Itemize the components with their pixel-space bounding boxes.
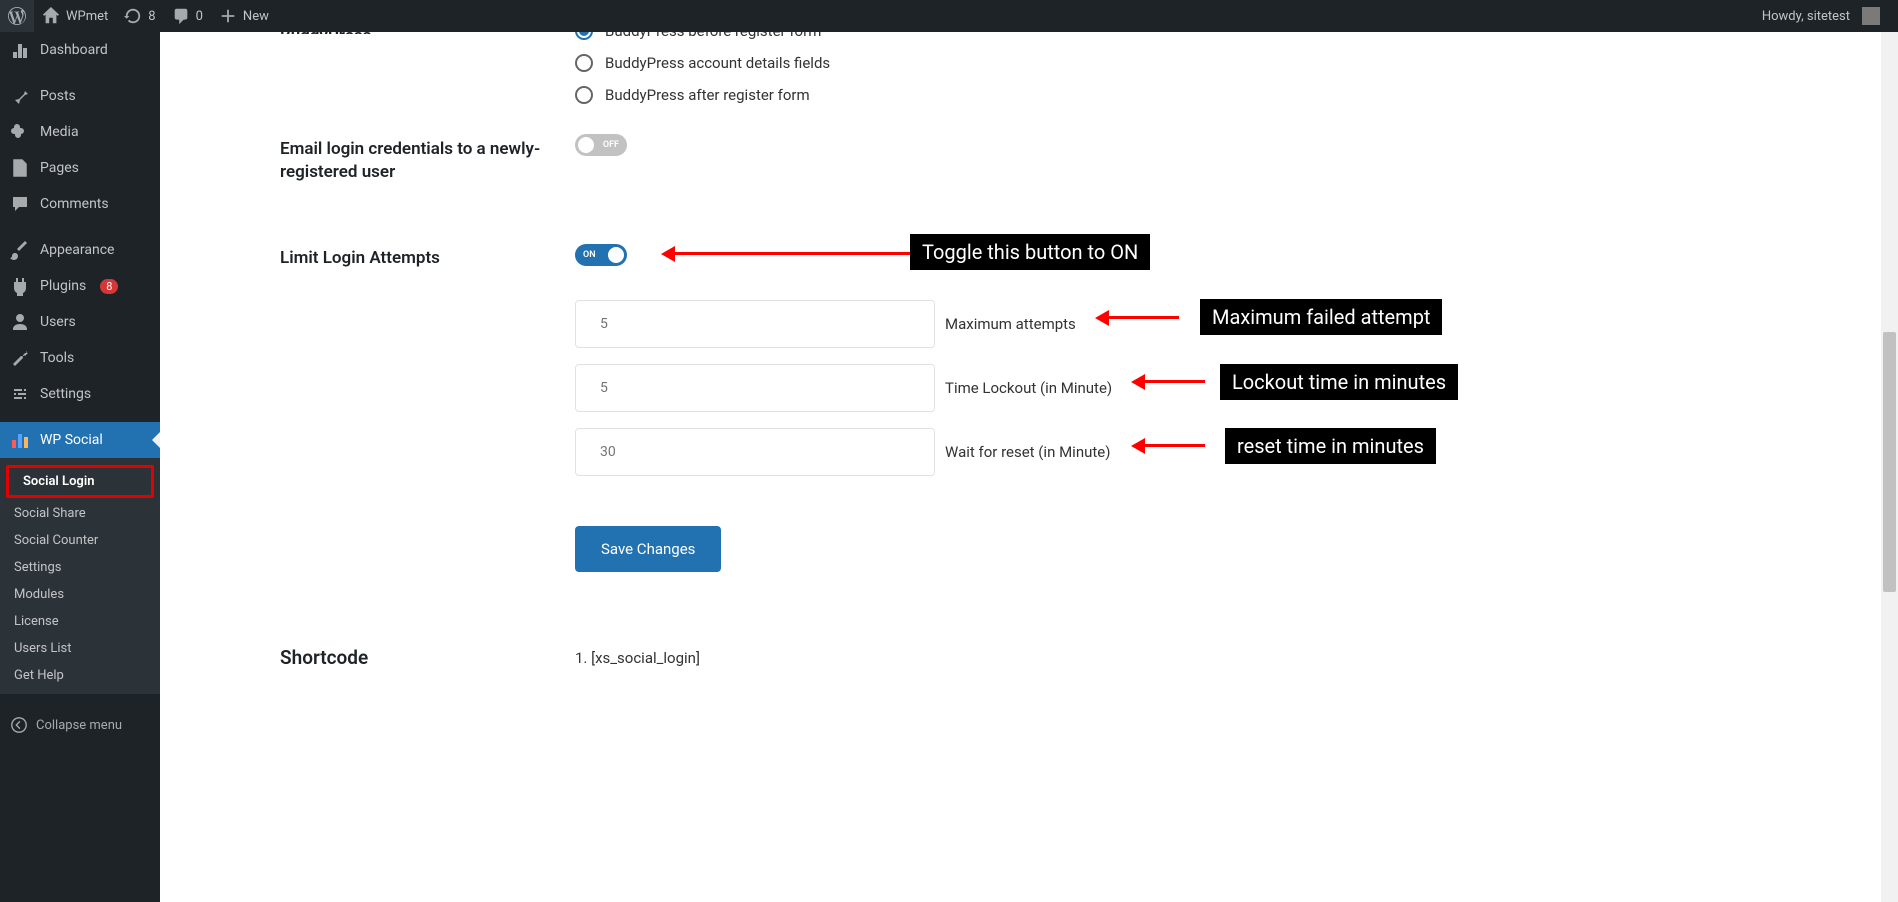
wp-logo[interactable]: [0, 0, 34, 32]
menu-pages[interactable]: Pages: [0, 150, 160, 186]
scrollbar-thumb[interactable]: [1883, 332, 1896, 592]
plus-icon: [219, 7, 237, 25]
comments-bubble[interactable]: 0: [164, 0, 211, 32]
wpsocial-icon: [10, 430, 30, 450]
menu-pages-label: Pages: [40, 160, 79, 176]
max-attempts-label: Maximum attempts: [945, 315, 1076, 333]
radio-icon: [575, 86, 593, 104]
menu-dashboard[interactable]: Dashboard: [0, 32, 160, 68]
page-icon: [10, 158, 30, 178]
comments-count: 0: [196, 9, 203, 24]
menu-tools-label: Tools: [40, 350, 74, 366]
menu-media[interactable]: Media: [0, 114, 160, 150]
menu-users-label: Users: [40, 314, 76, 330]
menu-wpsocial-label: WP Social: [40, 432, 103, 448]
radio-bp-account[interactable]: BuddyPress account details fields: [575, 54, 1778, 72]
sub-settings[interactable]: Settings: [0, 554, 160, 581]
admin-bar: WPmet 8 0 New Howdy, sitetest: [0, 0, 1898, 32]
shortcode-item: 1. [xs_social_login]: [575, 642, 1778, 675]
updates[interactable]: 8: [116, 0, 163, 32]
radio-bp-before-label: BuddyPress before register form: [605, 32, 821, 40]
collapse-menu[interactable]: Collapse menu: [0, 708, 160, 742]
menu-comments[interactable]: Comments: [0, 186, 160, 222]
save-button[interactable]: Save Changes: [575, 526, 721, 572]
plugins-badge: 8: [100, 279, 118, 294]
sub-social-login[interactable]: Social Login: [9, 468, 151, 495]
sub-social-counter[interactable]: Social Counter: [0, 527, 160, 554]
radio-bp-after[interactable]: BuddyPress after register form: [575, 86, 1778, 104]
toggle-knob: [578, 137, 594, 153]
menu-comments-label: Comments: [40, 196, 109, 212]
toggle-limit-login[interactable]: ON: [575, 244, 627, 266]
comment-icon: [10, 194, 30, 214]
toggle-on-text: ON: [583, 250, 596, 260]
radio-bp-before[interactable]: BuddyPress before register form: [575, 32, 1778, 40]
users-icon: [10, 312, 30, 332]
submenu-wpsocial: Social Login Social Share Social Counter…: [0, 458, 160, 694]
menu-tools[interactable]: Tools: [0, 340, 160, 376]
updates-count: 8: [148, 9, 155, 24]
toggle-off-text: OFF: [603, 140, 619, 150]
sub-modules[interactable]: Modules: [0, 581, 160, 608]
menu-appearance[interactable]: Appearance: [0, 232, 160, 268]
update-icon: [124, 7, 142, 25]
sub-users-list[interactable]: Users List: [0, 635, 160, 662]
dashboard-icon: [10, 40, 30, 60]
menu-plugins[interactable]: Plugins 8: [0, 268, 160, 304]
sub-social-share[interactable]: Social Share: [0, 500, 160, 527]
menu-wpsocial[interactable]: WP Social: [0, 422, 160, 458]
input-lockout[interactable]: [575, 364, 935, 412]
howdy-text: Howdy, sitetest: [1762, 9, 1850, 24]
scrollbar[interactable]: [1881, 32, 1898, 902]
sub-license[interactable]: License: [0, 608, 160, 635]
radio-bp-account-label: BuddyPress account details fields: [605, 54, 830, 72]
new-label: New: [243, 9, 269, 24]
menu-posts-label: Posts: [40, 88, 76, 104]
home-icon: [42, 7, 60, 25]
wordpress-icon: [8, 7, 26, 25]
collapse-label: Collapse menu: [36, 718, 122, 733]
content-area: BuddyPress BuddyPress before register fo…: [160, 32, 1898, 902]
toggle-email-creds[interactable]: OFF: [575, 134, 627, 156]
comment-icon: [172, 7, 190, 25]
menu-plugins-label: Plugins: [40, 278, 86, 294]
toggle-knob: [608, 247, 624, 263]
radio-icon: [575, 32, 593, 40]
avatar: [1862, 7, 1880, 25]
reset-label: Wait for reset (in Minute): [945, 443, 1110, 461]
settings-icon: [10, 384, 30, 404]
new-content[interactable]: New: [211, 0, 277, 32]
menu-appearance-label: Appearance: [40, 242, 114, 258]
menu-posts[interactable]: Posts: [0, 78, 160, 114]
brush-icon: [10, 240, 30, 260]
menu-settings[interactable]: Settings: [0, 376, 160, 412]
tools-icon: [10, 348, 30, 368]
media-icon: [10, 122, 30, 142]
buddypress-heading: BuddyPress: [280, 32, 575, 34]
menu-settings-label: Settings: [40, 386, 91, 402]
sub-get-help[interactable]: Get Help: [0, 662, 160, 689]
shortcode-heading: Shortcode: [280, 642, 575, 669]
input-reset[interactable]: [575, 428, 935, 476]
menu-dashboard-label: Dashboard: [40, 42, 108, 58]
shortcode-list: 1. [xs_social_login]: [575, 642, 1778, 675]
site-name[interactable]: WPmet: [34, 0, 116, 32]
admin-menu: Dashboard Posts Media Pages Comments App…: [0, 32, 160, 902]
pin-icon: [10, 86, 30, 106]
plugin-icon: [10, 276, 30, 296]
callout-toggle: Toggle this button to ON: [910, 234, 1150, 270]
input-max-attempts[interactable]: [575, 300, 935, 348]
collapse-icon: [10, 716, 28, 734]
radio-icon: [575, 54, 593, 72]
lockout-label: Time Lockout (in Minute): [945, 379, 1112, 397]
menu-users[interactable]: Users: [0, 304, 160, 340]
site-name-text: WPmet: [66, 9, 108, 24]
buddypress-radio-group: BuddyPress before register form BuddyPre…: [575, 32, 1778, 104]
limit-login-label: Limit Login Attempts: [280, 244, 575, 268]
menu-media-label: Media: [40, 124, 79, 140]
howdy[interactable]: Howdy, sitetest: [1754, 0, 1888, 32]
radio-bp-after-label: BuddyPress after register form: [605, 86, 810, 104]
email-creds-label: Email login credentials to a newly-regis…: [280, 134, 575, 184]
